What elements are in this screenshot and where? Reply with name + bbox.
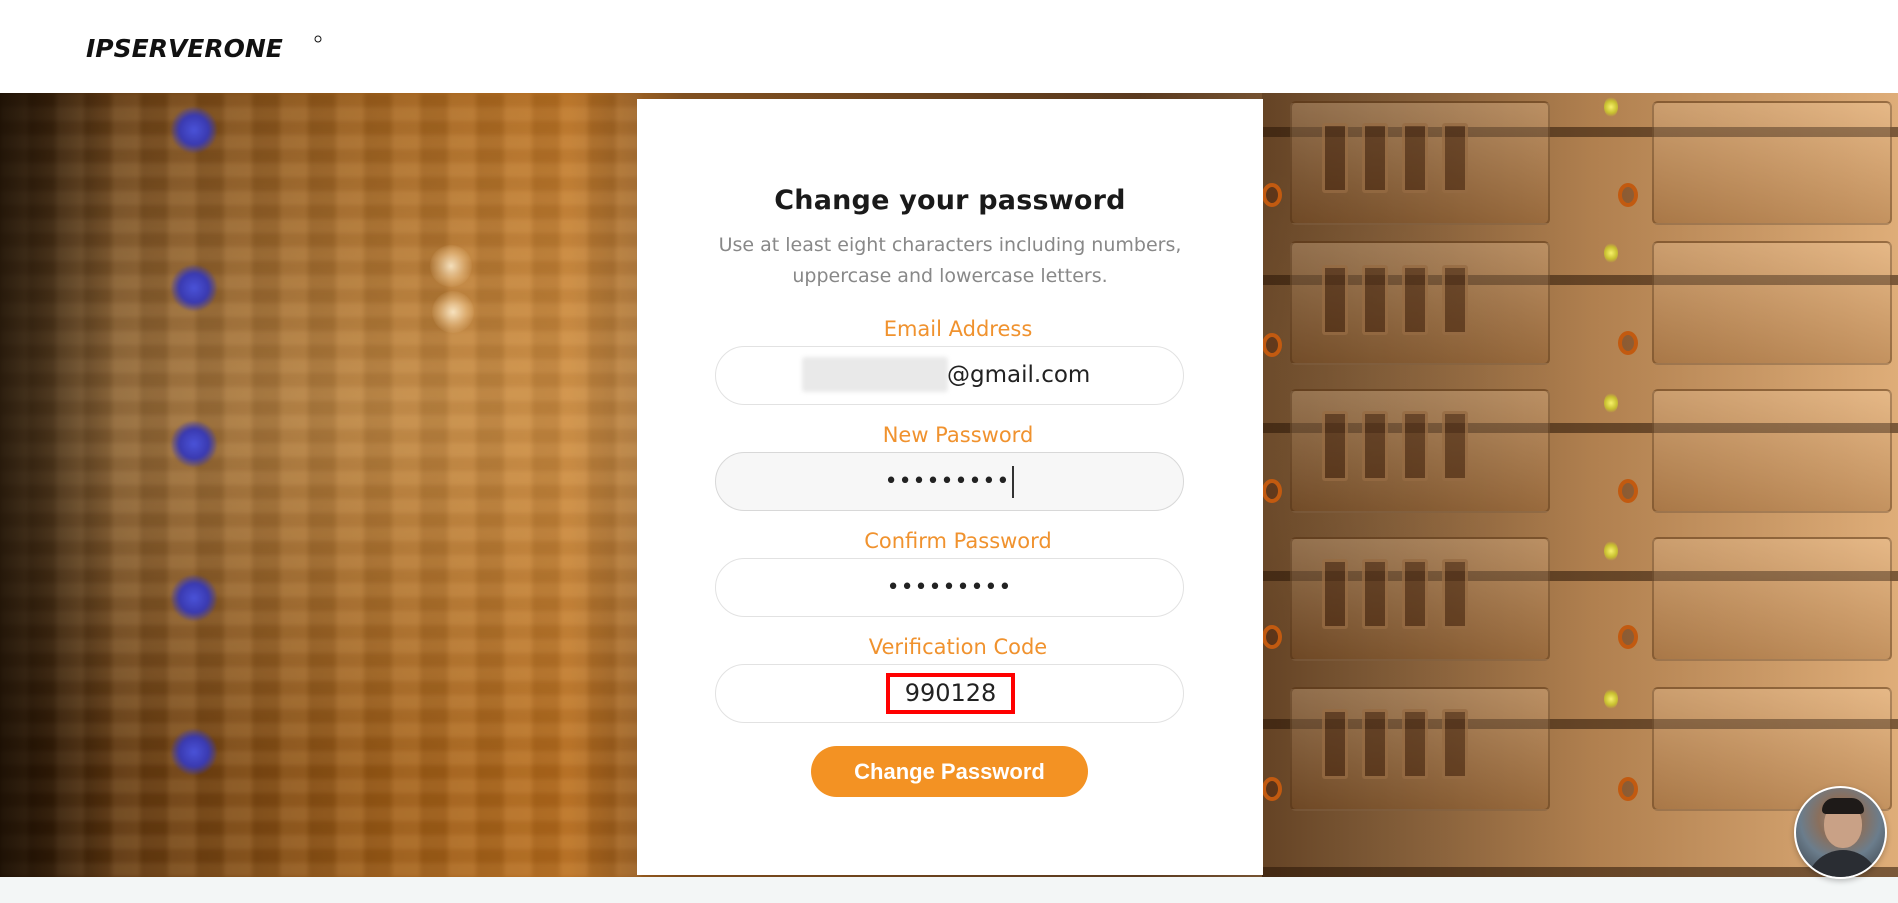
orange-led-icon [1618,777,1638,801]
light-glow-icon [432,291,474,333]
drive-slot [1442,709,1468,779]
drive-slot [1362,559,1388,629]
drive-slot [1402,265,1428,335]
confirm-password-value: ••••••••• [886,575,1013,600]
server-rack-background [1262,93,1898,877]
server-unit [1652,241,1892,365]
blue-led-icon [171,107,217,153]
orange-led-icon [1618,625,1638,649]
site-header: IPSERVERONE [0,0,1898,93]
verification-code-label: Verification Code [868,635,1048,659]
yellow-led-icon [1604,541,1618,561]
orange-led-icon [1618,183,1638,207]
text-caret [1012,466,1015,498]
orange-led-icon [1262,183,1282,207]
drive-slot [1442,123,1468,193]
drive-slot [1322,265,1348,335]
yellow-led-icon [1604,243,1618,263]
email-value: @gmail.com [947,362,1091,388]
page-title: Change your password [774,185,1126,216]
blue-led-icon [171,421,217,467]
email-redacted-blur [802,357,948,392]
new-password-dots: ••••••••• [884,469,1011,494]
drive-slot [1442,411,1468,481]
blue-led-icon [171,265,217,311]
orange-led-icon [1262,479,1282,503]
chat-support-avatar[interactable] [1794,786,1887,879]
drive-slot [1402,559,1428,629]
new-password-label: New Password [882,423,1034,447]
drive-slot [1362,123,1388,193]
avatar-body [1806,850,1880,877]
confirm-password-label: Confirm Password [864,529,1052,553]
server-unit [1652,389,1892,513]
footer-strip [0,877,1898,903]
light-glow-icon [430,245,472,287]
new-password-value: ••••••••• [716,453,1183,510]
yellow-led-icon [1604,393,1618,413]
yellow-led-icon [1604,689,1618,709]
drive-slot [1402,709,1428,779]
blue-led-icon [171,575,217,621]
background-shade-left [0,93,110,877]
drive-slot [1362,709,1388,779]
drive-slot [1442,559,1468,629]
logo-text: IPSERVERONE [86,34,283,62]
yellow-led-icon [1604,97,1618,117]
drive-slot [1322,709,1348,779]
drive-slot [1362,411,1388,481]
drive-slot [1402,411,1428,481]
drive-slot [1322,559,1348,629]
server-unit [1652,537,1892,661]
drive-slot [1322,411,1348,481]
change-password-button[interactable]: Change Password [811,746,1088,797]
blue-led-icon [171,729,217,775]
orange-led-icon [1618,479,1638,503]
ipserverone-logo[interactable]: IPSERVERONE [86,34,322,62]
server-unit [1652,101,1892,225]
confirm-password-field[interactable]: ••••••••• [715,558,1184,617]
new-password-field[interactable]: ••••••••• [715,452,1184,511]
drive-slot [1362,265,1388,335]
orange-led-icon [1618,331,1638,355]
drive-slot [1322,123,1348,193]
avatar-hair [1822,798,1864,814]
verification-code-value[interactable]: 990128 [886,673,1015,714]
email-label: Email Address [883,317,1033,341]
orange-led-icon [1262,777,1282,801]
password-hint: Use at least eight characters including … [718,234,1182,287]
drive-slot [1402,123,1428,193]
drive-slot [1442,265,1468,335]
